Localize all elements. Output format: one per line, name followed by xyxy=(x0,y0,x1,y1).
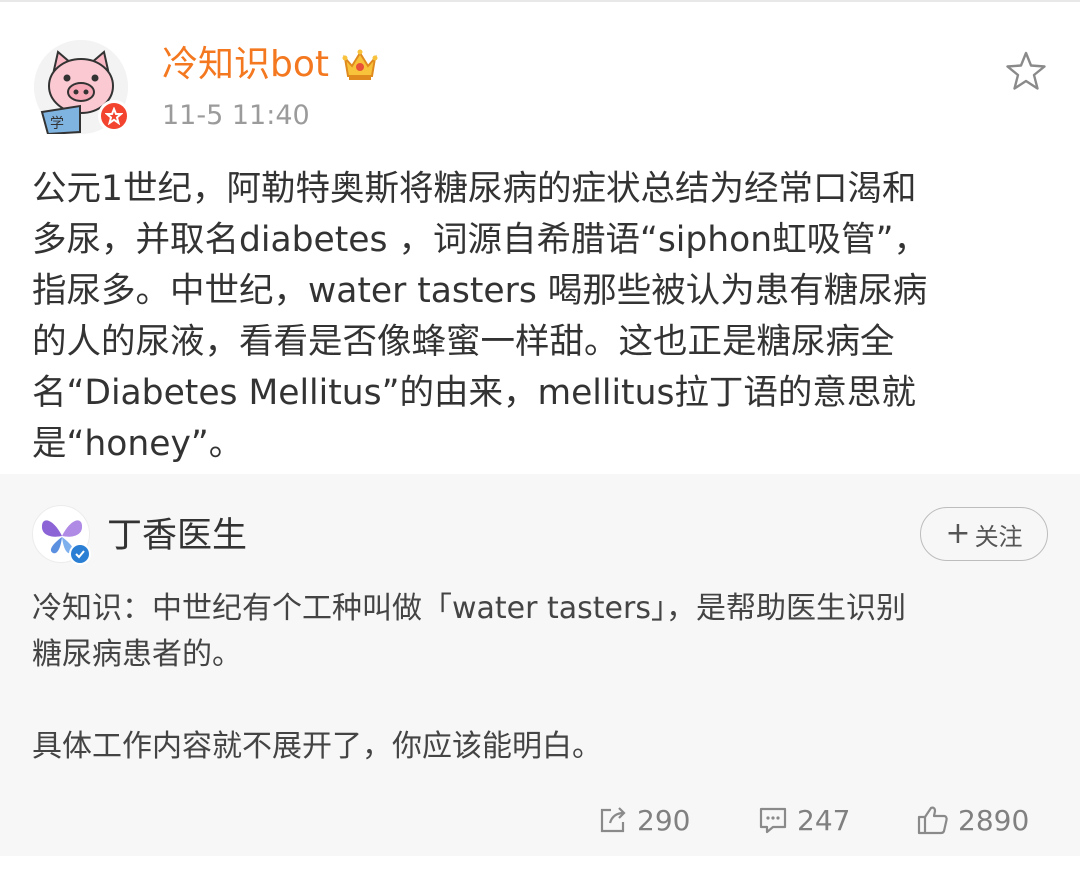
post-time: 11-5 11:40 xyxy=(162,100,310,131)
repost-button[interactable]: 290 xyxy=(597,800,690,840)
repost-body-paragraph-1: 冷知识：中世纪有个工种叫做「water tasters」，是帮助医生识别 糖尿病… xyxy=(32,591,906,672)
crown-icon xyxy=(342,49,378,80)
comment-button[interactable]: 247 xyxy=(757,800,850,840)
follow-label: 关注 xyxy=(974,522,1023,551)
star-icon[interactable] xyxy=(1005,50,1047,92)
repost-count: 290 xyxy=(637,803,691,837)
repost-body: 冷知识：中世纪有个工种叫做「water tasters」，是帮助医生识别 糖尿病… xyxy=(32,586,1057,770)
top-divider xyxy=(0,0,1080,2)
repost-author-name[interactable]: 丁香医生 xyxy=(107,513,247,559)
share-icon xyxy=(600,807,626,833)
author-name[interactable]: 冷知识bot xyxy=(162,40,379,90)
comment-count: 247 xyxy=(797,803,851,837)
repost-body-paragraph-2: 具体工作内容就不展开了，你应该能明白。 xyxy=(32,729,602,764)
follow-button[interactable]: + 关注 xyxy=(920,507,1048,561)
comment-icon xyxy=(759,807,787,834)
bottom-spacer xyxy=(0,856,1080,871)
thumbs-up-icon xyxy=(917,806,948,835)
post-body: 公元1世纪，阿勒特奥斯将糖尿病的症状总结为经常口渴和 多尿，并取名diabete… xyxy=(32,169,928,464)
orange-verified-badge-icon xyxy=(98,100,130,132)
like-button[interactable]: 2890 xyxy=(916,800,1029,840)
author-name-text[interactable]: 冷知识bot xyxy=(162,40,329,90)
like-count: 2890 xyxy=(958,803,1030,837)
blue-verified-badge-icon xyxy=(69,543,91,565)
svg-text:学: 学 xyxy=(50,116,64,132)
plus-icon: + xyxy=(945,516,971,551)
